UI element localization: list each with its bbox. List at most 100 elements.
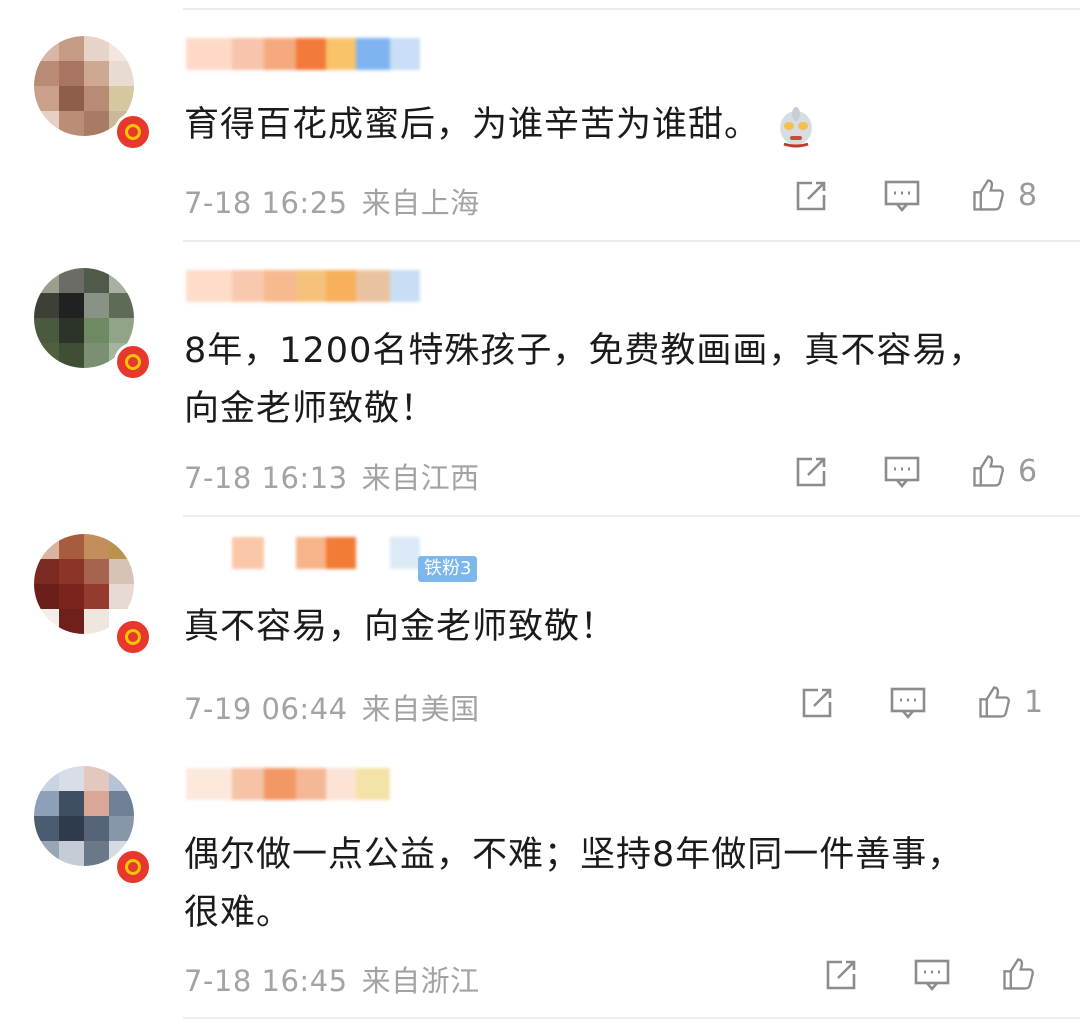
avatar-pixel: [34, 36, 59, 61]
username-blur-block: [356, 270, 390, 302]
username-blur-block: [326, 270, 356, 302]
thumbs-up-icon[interactable]: [974, 684, 1014, 720]
avatar[interactable]: [34, 766, 134, 866]
avatar-pixel: [59, 841, 84, 866]
username-blurred[interactable]: [186, 38, 420, 70]
username-blur-block: [186, 768, 232, 800]
avatar-pixel: [109, 318, 134, 343]
avatar-pixel: [84, 86, 109, 111]
avatar-pixel: [34, 343, 59, 368]
thumbs-up-icon[interactable]: [968, 177, 1008, 213]
separator: [183, 1017, 1080, 1019]
comment-actions: 1: [798, 684, 1043, 720]
thumbs-up-icon[interactable]: [968, 453, 1008, 489]
avatar-pixel: [59, 766, 84, 791]
username-blur-block: [326, 768, 356, 800]
comment-time: 7-18 16:25: [184, 186, 348, 220]
avatar-pixel: [109, 791, 134, 816]
avatar-pixel: [34, 584, 59, 609]
avatar-pixel: [34, 111, 59, 136]
avatar-pixel: [59, 609, 84, 634]
comment-actions: [822, 956, 1048, 992]
username-blur-block: [264, 768, 296, 800]
verified-badge-icon: [114, 618, 152, 656]
avatar-pixel: [34, 86, 59, 111]
username-blur-block: [296, 537, 326, 569]
avatar-pixel: [109, 559, 134, 584]
share-icon[interactable]: [792, 453, 832, 489]
username-blur-block: [232, 270, 264, 302]
username-blur-block: [356, 537, 390, 569]
avatar-pixel: [84, 293, 109, 318]
share-icon[interactable]: [798, 684, 838, 720]
share-icon[interactable]: [792, 177, 832, 213]
comment-location: 来自美国: [361, 692, 480, 726]
avatar-pixel: [84, 61, 109, 86]
avatar-pixel: [109, 268, 134, 293]
avatar-pixel: [84, 584, 109, 609]
comment-icon[interactable]: [882, 177, 922, 213]
avatar-pixel: [59, 559, 84, 584]
avatar-pixel: [34, 609, 59, 634]
avatar[interactable]: [34, 534, 134, 634]
avatar-pixel: [84, 766, 109, 791]
comment-text: 8年，1200名特殊孩子，免费教画画，真不容易，向金老师致敬！: [184, 331, 985, 429]
avatar-pixel: [59, 816, 84, 841]
avatar-pixel: [34, 791, 59, 816]
comment-actions: 8: [792, 177, 1037, 213]
comment-meta: 7-18 16:25 来自上海: [184, 180, 480, 222]
avatar-pixel: [34, 766, 59, 791]
avatar-pixel: [84, 111, 109, 136]
avatar-pixel: [34, 816, 59, 841]
thumbs-up-icon[interactable]: [998, 956, 1038, 992]
username-blurred[interactable]: [186, 768, 390, 800]
avatar-pixel: [84, 534, 109, 559]
username-blur-block: [296, 38, 326, 70]
separator: [183, 8, 1080, 10]
username-blur-block: [296, 768, 326, 800]
avatar-pixel: [109, 584, 134, 609]
verified-badge-icon: [114, 113, 152, 151]
username-blur-block: [390, 38, 420, 70]
avatar-pixel: [59, 791, 84, 816]
avatar-pixel: [59, 534, 84, 559]
avatar-pixel: [59, 111, 84, 136]
username-blur-block: [232, 768, 264, 800]
comment-text: 真不容易，向金老师致敬！: [184, 607, 617, 647]
avatar-pixel: [109, 86, 134, 111]
username-blur-block: [186, 270, 232, 302]
comment-time: 7-19 06:44: [184, 692, 348, 726]
comment-location: 来自上海: [361, 186, 480, 220]
avatar-pixel: [34, 318, 59, 343]
username-blurred[interactable]: [186, 537, 420, 569]
username-blur-block: [390, 537, 420, 569]
username-blur-block: [264, 38, 296, 70]
comment-location: 来自浙江: [361, 964, 480, 998]
comment-icon[interactable]: [882, 453, 922, 489]
username-blur-block: [296, 270, 326, 302]
avatar-pixel: [59, 584, 84, 609]
username-blur-block: [264, 270, 296, 302]
share-icon[interactable]: [822, 956, 862, 992]
verified-badge-icon: [114, 343, 152, 381]
avatar-pixel: [84, 318, 109, 343]
avatar-pixel: [84, 559, 109, 584]
username-blurred[interactable]: [186, 270, 420, 302]
avatar-pixel: [34, 841, 59, 866]
avatar-pixel: [59, 86, 84, 111]
like-count: 8: [1018, 177, 1038, 213]
avatar-pixel: [84, 791, 109, 816]
avatar-pixel: [34, 559, 59, 584]
avatar-pixel: [109, 766, 134, 791]
comment-time: 7-18 16:13: [184, 461, 348, 495]
comment-icon[interactable]: [888, 684, 928, 720]
username-blur-block: [264, 537, 296, 569]
avatar-pixel: [84, 609, 109, 634]
comment-icon[interactable]: [912, 956, 952, 992]
avatar-pixel: [84, 343, 109, 368]
avatar-pixel: [34, 534, 59, 559]
like-count: 1: [1024, 684, 1044, 720]
avatar-pixel: [84, 268, 109, 293]
username-blur-block: [326, 38, 356, 70]
comment-text: 偶尔做一点公益，不难；坚持8年做同一件善事，很难。: [184, 835, 964, 933]
